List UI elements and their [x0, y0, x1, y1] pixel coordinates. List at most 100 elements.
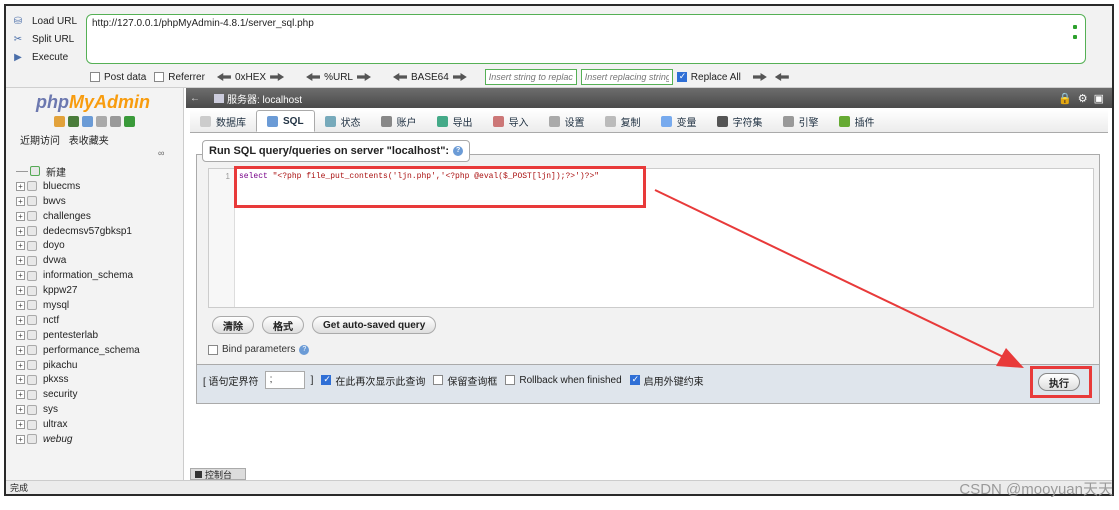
tab-7[interactable]: 复制 — [595, 110, 651, 132]
clear-button[interactable]: 清除 — [212, 316, 254, 334]
database-item[interactable]: + challenges — [16, 209, 140, 224]
bind-parameters-checkbox[interactable]: Bind parameters? — [208, 344, 310, 355]
tab-label: 账户 — [396, 117, 417, 129]
arrow-right-icon[interactable] — [752, 73, 767, 81]
expand-icon[interactable]: + — [16, 211, 25, 221]
expand-icon[interactable]: + — [16, 271, 25, 281]
settings-icon[interactable] — [110, 116, 121, 127]
expand-icon[interactable]: + — [16, 181, 25, 191]
format-button[interactable]: 格式 — [262, 316, 304, 334]
get-auto-saved-query-button[interactable]: Get auto-saved query — [312, 316, 437, 334]
database-item[interactable]: + webug — [16, 432, 140, 447]
main-tabs: 数据库 SQL 状态 账户 导出 导入 设置 复制 变量 字符集 引擎 插件 — [190, 109, 1108, 133]
expand-icon[interactable]: + — [16, 375, 25, 385]
database-item[interactable]: + kppw27 — [16, 283, 140, 298]
tab-0[interactable]: 数据库 — [190, 110, 256, 132]
expand-icon[interactable]: + — [16, 360, 25, 370]
database-item[interactable]: + sys — [16, 402, 140, 417]
url-input[interactable]: http://127.0.0.1/phpMyAdmin-4.8.1/server… — [86, 14, 1086, 64]
database-item[interactable]: + pkxss — [16, 372, 140, 387]
tab-10[interactable]: 引擎 — [773, 110, 829, 132]
expand-icon[interactable]: + — [16, 330, 25, 340]
database-item[interactable]: + bluecms — [16, 179, 140, 194]
database-item[interactable]: + ultrax — [16, 417, 140, 432]
database-item[interactable]: + performance_schema — [16, 343, 140, 358]
help-icon[interactable]: ? — [453, 146, 464, 156]
tab-8[interactable]: 变量 — [651, 110, 707, 132]
database-item[interactable]: + mysql — [16, 298, 140, 313]
post-data-checkbox[interactable]: Post data — [90, 72, 146, 83]
expand-icon[interactable]: + — [16, 256, 25, 266]
database-name: bwvs — [43, 195, 66, 207]
tab-9[interactable]: 字符集 — [707, 110, 773, 132]
help-icon[interactable] — [82, 116, 93, 127]
tab-2[interactable]: 状态 — [315, 110, 371, 132]
keep-query-box-checkbox[interactable]: 保留查询框 — [433, 373, 497, 388]
split-url-button[interactable]: ✂ Split URL — [12, 30, 86, 48]
expand-icon[interactable]: + — [16, 241, 25, 251]
tab-4[interactable]: 导出 — [427, 110, 483, 132]
expand-icon[interactable]: + — [16, 286, 25, 296]
database-item[interactable]: + bwvs — [16, 194, 140, 209]
referrer-checkbox[interactable]: Referrer — [154, 72, 205, 83]
gear-icon[interactable]: ⚙ — [1078, 92, 1088, 105]
docs-icon[interactable] — [96, 116, 107, 127]
console-tab[interactable]: 控制台 — [190, 468, 246, 480]
foreign-key-checkbox[interactable]: 启用外键约束 — [629, 373, 704, 388]
lock-icon[interactable]: 🔒 — [1058, 92, 1072, 105]
execute-button[interactable]: ▶ Execute — [12, 48, 86, 66]
database-item[interactable]: + information_schema — [16, 268, 140, 283]
phpmyadmin-logo[interactable]: phpMyAdmin — [36, 92, 150, 113]
server-link[interactable]: 服务器: localhost — [214, 91, 302, 106]
home-icon[interactable] — [54, 116, 65, 127]
replace-to-input[interactable] — [580, 69, 673, 85]
arrow-left-icon[interactable] — [774, 73, 789, 81]
database-item[interactable]: + dedecmsv57gbksp1 — [16, 224, 140, 239]
expand-icon[interactable]: + — [16, 390, 25, 400]
tab-1[interactable]: SQL — [256, 110, 315, 132]
url-encoder[interactable]: %URL — [302, 72, 375, 83]
favorites-tab[interactable]: 表收藏夹 — [69, 136, 109, 147]
expand-icon[interactable]: + — [16, 420, 25, 430]
delimiter-input[interactable]: ; — [264, 371, 305, 389]
expand-icon[interactable]: + — [16, 434, 25, 444]
tab-label: 插件 — [854, 117, 875, 129]
rollback-checkbox[interactable]: Rollback when finished — [505, 375, 622, 386]
database-item[interactable]: + pentesterlab — [16, 328, 140, 343]
reload-icon[interactable] — [124, 116, 135, 127]
help-icon[interactable]: ? — [299, 344, 310, 355]
database-item[interactable]: + dvwa — [16, 253, 140, 268]
tab-label: 字符集 — [732, 117, 763, 129]
execute-label: Execute — [32, 51, 69, 63]
database-item[interactable]: + nctf — [16, 313, 140, 328]
tab-11[interactable]: 插件 — [829, 110, 885, 132]
base64-encoder[interactable]: BASE64 — [389, 72, 471, 83]
logout-icon[interactable] — [68, 116, 79, 127]
expand-icon[interactable]: + — [16, 196, 25, 206]
tab-label: SQL — [283, 115, 304, 127]
show-again-checkbox[interactable]: 在此再次显示此查询 — [321, 373, 425, 388]
tab-3[interactable]: 账户 — [371, 110, 427, 132]
new-database-item[interactable]: 新建 — [16, 164, 140, 179]
load-url-button[interactable]: ⛁ Load URL — [12, 12, 86, 30]
database-item[interactable]: + pikachu — [16, 358, 140, 373]
collapse-icon[interactable]: ← — [186, 93, 204, 104]
link-icon[interactable]: ∞ — [158, 148, 164, 158]
replace-from-input[interactable] — [484, 69, 577, 85]
tab-5[interactable]: 导入 — [483, 110, 539, 132]
expand-icon[interactable]: + — [16, 226, 25, 236]
expand-icon[interactable]: + — [16, 405, 25, 415]
expand-icon[interactable]: + — [16, 345, 25, 355]
tab-6[interactable]: 设置 — [539, 110, 595, 132]
tab-icon — [604, 115, 616, 127]
recent-tab[interactable]: 近期访问 — [20, 136, 60, 147]
hex-encoder[interactable]: 0xHEX — [213, 72, 288, 83]
collapse-top-icon[interactable]: ▣ — [1094, 92, 1104, 105]
replace-all-checkbox[interactable]: Replace All — [676, 71, 741, 83]
arrow-right-icon — [356, 73, 371, 81]
database-icon — [27, 196, 37, 207]
database-item[interactable]: + doyo — [16, 238, 140, 253]
expand-icon[interactable]: + — [16, 315, 25, 325]
expand-icon[interactable]: + — [16, 300, 25, 310]
database-item[interactable]: + security — [16, 387, 140, 402]
